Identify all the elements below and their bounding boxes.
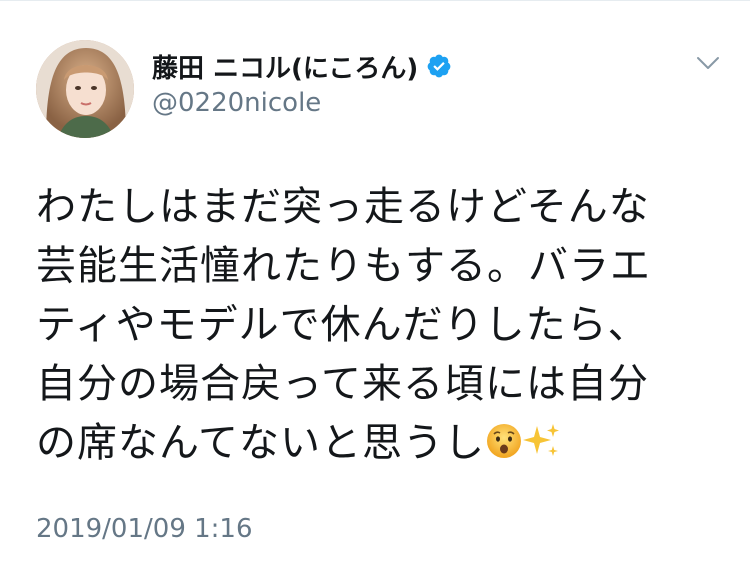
top-divider	[0, 0, 750, 1]
tweet-line: 芸能生活憧れたりもする。バラエ	[36, 243, 651, 289]
tweet-last-line: の席なんてないと思うし	[36, 414, 726, 473]
verified-badge-icon	[427, 54, 451, 78]
handle[interactable]: @0220nicole	[152, 88, 452, 118]
display-name[interactable]: 藤田 ニコル(にころん)	[152, 48, 418, 85]
tweet-text: わたしはまだ突っ走るけどそんな 芸能生活憧れたりもする。バラエ ティやモデルで休…	[36, 178, 726, 473]
tweet-line: わたしはまだ突っ走るけどそんな	[36, 184, 650, 230]
tweet-line: ティやモデルで休んだりしたら、	[36, 302, 649, 348]
avatar[interactable]	[36, 40, 134, 138]
sparkles-emoji-icon	[523, 424, 559, 456]
tweet-line-text: の席なんてないと思うし	[36, 420, 485, 466]
avatar-photo-icon	[36, 40, 134, 138]
name-row: 藤田 ニコル(にころん)	[152, 46, 452, 86]
chevron-down-icon[interactable]	[696, 55, 720, 71]
tweet-timestamp[interactable]: 2019/01/09 1:16	[36, 514, 253, 544]
user-info: 藤田 ニコル(にころん) @0220nicole	[152, 46, 452, 118]
worried-face-emoji-icon	[487, 424, 521, 458]
tweet-line: 自分の場合戻って来る頃には自分	[36, 361, 649, 407]
